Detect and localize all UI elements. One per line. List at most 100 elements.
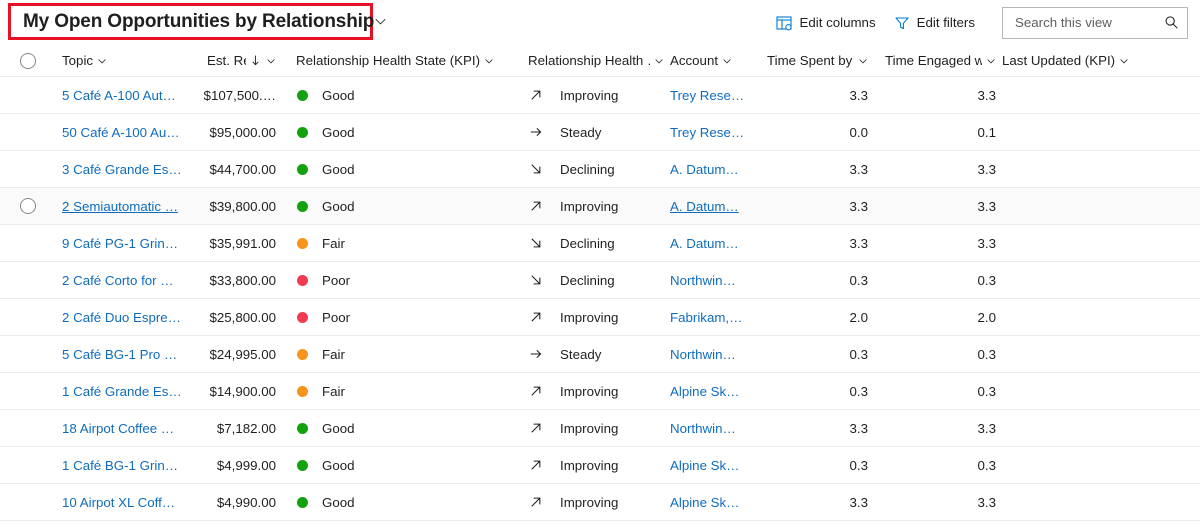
cell-account[interactable]: Northwin… bbox=[670, 336, 755, 373]
table-row[interactable]: 5 Café BG-1 Pro …$24,995.00FairSteadyNor… bbox=[0, 336, 1200, 373]
chevron-down-icon[interactable] bbox=[374, 15, 387, 28]
cell-account[interactable]: Alpine Sk… bbox=[670, 373, 755, 410]
topic-link[interactable]: 2 Café Corto for … bbox=[62, 273, 174, 288]
topic-link[interactable]: 1 Café BG-1 Grin… bbox=[62, 458, 178, 473]
chevron-down-icon[interactable] bbox=[654, 56, 664, 66]
chevron-down-icon[interactable] bbox=[484, 56, 494, 66]
cell-topic[interactable]: 2 Café Duo Espre… bbox=[62, 299, 197, 336]
row-select-cell[interactable] bbox=[0, 225, 62, 262]
cell-topic[interactable]: 5 Café BG-1 Pro … bbox=[62, 336, 197, 373]
health-state-label: Good bbox=[322, 458, 355, 473]
account-link[interactable]: A. Datum… bbox=[670, 162, 739, 177]
cell-topic[interactable]: 9 Café PG-1 Grin… bbox=[62, 225, 197, 262]
cell-account[interactable]: A. Datum… bbox=[670, 188, 755, 225]
select-all-radio[interactable] bbox=[20, 53, 36, 69]
cell-topic[interactable]: 2 Café Corto for … bbox=[62, 262, 197, 299]
account-link[interactable]: Alpine Sk… bbox=[670, 495, 739, 510]
column-header-relationship-health-state[interactable]: Relationship Health State (KPI) bbox=[296, 45, 528, 77]
cell-account[interactable]: Fabrikam,… bbox=[670, 299, 755, 336]
topic-link[interactable]: 18 Airpot Coffee … bbox=[62, 421, 174, 436]
row-select-cell[interactable] bbox=[0, 410, 62, 447]
cell-account[interactable]: Northwin… bbox=[670, 262, 755, 299]
chevron-down-icon[interactable] bbox=[986, 56, 996, 66]
column-header-est-revenue[interactable]: Est. Re… bbox=[197, 45, 282, 77]
edit-columns-button[interactable]: Edit columns bbox=[767, 7, 884, 39]
search-input[interactable] bbox=[1013, 14, 1160, 31]
select-all-header[interactable] bbox=[0, 45, 62, 77]
cell-account[interactable]: A. Datum… bbox=[670, 225, 755, 262]
cell-topic[interactable]: 18 Airpot Coffee … bbox=[62, 410, 197, 447]
cell-topic[interactable]: 3 Café Grande Es… bbox=[62, 151, 197, 188]
table-row[interactable]: 2 Café Corto for …$33,800.00PoorDeclinin… bbox=[0, 262, 1200, 299]
cell-account[interactable]: Alpine Sk… bbox=[670, 447, 755, 484]
row-select-cell[interactable] bbox=[0, 299, 62, 336]
account-link[interactable]: Alpine Sk… bbox=[670, 458, 739, 473]
row-select-cell[interactable] bbox=[0, 114, 62, 151]
chevron-down-icon[interactable] bbox=[266, 56, 276, 66]
topic-link[interactable]: 3 Café Grande Es… bbox=[62, 162, 182, 177]
cell-account[interactable]: Northwin… bbox=[670, 410, 755, 447]
topic-link[interactable]: 10 Airpot XL Coff… bbox=[62, 495, 175, 510]
column-header-last-updated[interactable]: Last Updated (KPI) bbox=[1002, 45, 1162, 77]
topic-link[interactable]: 9 Café PG-1 Grin… bbox=[62, 236, 178, 251]
search-icon[interactable] bbox=[1164, 15, 1179, 30]
table-row[interactable]: 50 Café A-100 Au…$95,000.00GoodSteadyTre… bbox=[0, 114, 1200, 151]
topic-link[interactable]: 2 Semiautomatic … bbox=[62, 199, 178, 214]
cell-topic[interactable]: 50 Café A-100 Au… bbox=[62, 114, 197, 151]
chevron-down-icon[interactable] bbox=[97, 56, 107, 66]
chevron-down-icon[interactable] bbox=[858, 56, 868, 66]
chevron-down-icon[interactable] bbox=[722, 56, 732, 66]
account-link[interactable]: Northwin… bbox=[670, 347, 736, 362]
cell-topic[interactable]: 5 Café A-100 Aut… bbox=[62, 77, 197, 114]
account-link[interactable]: Northwin… bbox=[670, 273, 736, 288]
cell-account[interactable]: A. Datum… bbox=[670, 151, 755, 188]
cell-topic[interactable]: 1 Café BG-1 Grin… bbox=[62, 447, 197, 484]
account-link[interactable]: Trey Rese… bbox=[670, 88, 744, 103]
topic-link[interactable]: 50 Café A-100 Au… bbox=[62, 125, 180, 140]
row-select-cell[interactable] bbox=[0, 262, 62, 299]
cell-topic[interactable]: 2 Semiautomatic … bbox=[62, 188, 197, 225]
cell-topic[interactable]: 10 Airpot XL Coff… bbox=[62, 484, 197, 521]
table-row[interactable]: 5 Café A-100 Aut…$107,500.…GoodImproving… bbox=[0, 77, 1200, 114]
row-select-cell[interactable] bbox=[0, 77, 62, 114]
account-link[interactable]: Northwin… bbox=[670, 421, 736, 436]
table-row[interactable]: 18 Airpot Coffee …$7,182.00GoodImproving… bbox=[0, 410, 1200, 447]
account-link[interactable]: Alpine Sk… bbox=[670, 384, 739, 399]
edit-filters-button[interactable]: Edit filters bbox=[885, 7, 984, 39]
chevron-down-icon[interactable] bbox=[1119, 56, 1129, 66]
table-row[interactable]: 2 Café Duo Espre…$25,800.00PoorImproving… bbox=[0, 299, 1200, 336]
table-row[interactable]: 3 Café Grande Es…$44,700.00GoodDeclining… bbox=[0, 151, 1200, 188]
account-link[interactable]: A. Datum… bbox=[670, 236, 739, 251]
table-row[interactable]: 9 Café PG-1 Grin…$35,991.00FairDeclining… bbox=[0, 225, 1200, 262]
row-select-cell[interactable] bbox=[0, 151, 62, 188]
row-select-cell[interactable] bbox=[0, 373, 62, 410]
search-box[interactable] bbox=[1002, 7, 1188, 39]
row-select-cell[interactable] bbox=[0, 336, 62, 373]
topic-link[interactable]: 1 Café Grande Es… bbox=[62, 384, 182, 399]
cell-account[interactable]: Alpine Sk… bbox=[670, 484, 755, 521]
view-selector[interactable]: My Open Opportunities by Relationship bbox=[8, 3, 373, 40]
column-header-topic[interactable]: Topic bbox=[62, 45, 197, 77]
table-row[interactable]: 1 Café Grande Es…$14,900.00FairImproving… bbox=[0, 373, 1200, 410]
row-select-cell[interactable] bbox=[0, 484, 62, 521]
topic-link[interactable]: 5 Café A-100 Aut… bbox=[62, 88, 176, 103]
topic-link[interactable]: 5 Café BG-1 Pro … bbox=[62, 347, 177, 362]
column-header-relationship-health-trend[interactable]: Relationship Health … bbox=[528, 45, 670, 77]
account-link[interactable]: A. Datum… bbox=[670, 199, 739, 214]
row-select-radio[interactable] bbox=[20, 198, 36, 214]
table-row[interactable]: 10 Airpot XL Coff…$4,990.00GoodImproving… bbox=[0, 484, 1200, 521]
row-select-cell[interactable] bbox=[0, 188, 62, 225]
column-header-time-spent[interactable]: Time Spent by T… bbox=[755, 45, 874, 77]
sort-descending-icon[interactable] bbox=[250, 54, 261, 67]
table-row[interactable]: 2 Semiautomatic …$39,800.00GoodImproving… bbox=[0, 188, 1200, 225]
account-link[interactable]: Trey Rese… bbox=[670, 125, 744, 140]
cell-account[interactable]: Trey Rese… bbox=[670, 77, 755, 114]
column-header-time-engaged[interactable]: Time Engaged with Cust… bbox=[874, 45, 1002, 77]
column-header-account[interactable]: Account bbox=[670, 45, 755, 77]
cell-topic[interactable]: 1 Café Grande Es… bbox=[62, 373, 197, 410]
table-row[interactable]: 1 Café BG-1 Grin…$4,999.00GoodImprovingA… bbox=[0, 447, 1200, 484]
cell-account[interactable]: Trey Rese… bbox=[670, 114, 755, 151]
account-link[interactable]: Fabrikam,… bbox=[670, 310, 742, 325]
row-select-cell[interactable] bbox=[0, 447, 62, 484]
topic-link[interactable]: 2 Café Duo Espre… bbox=[62, 310, 181, 325]
